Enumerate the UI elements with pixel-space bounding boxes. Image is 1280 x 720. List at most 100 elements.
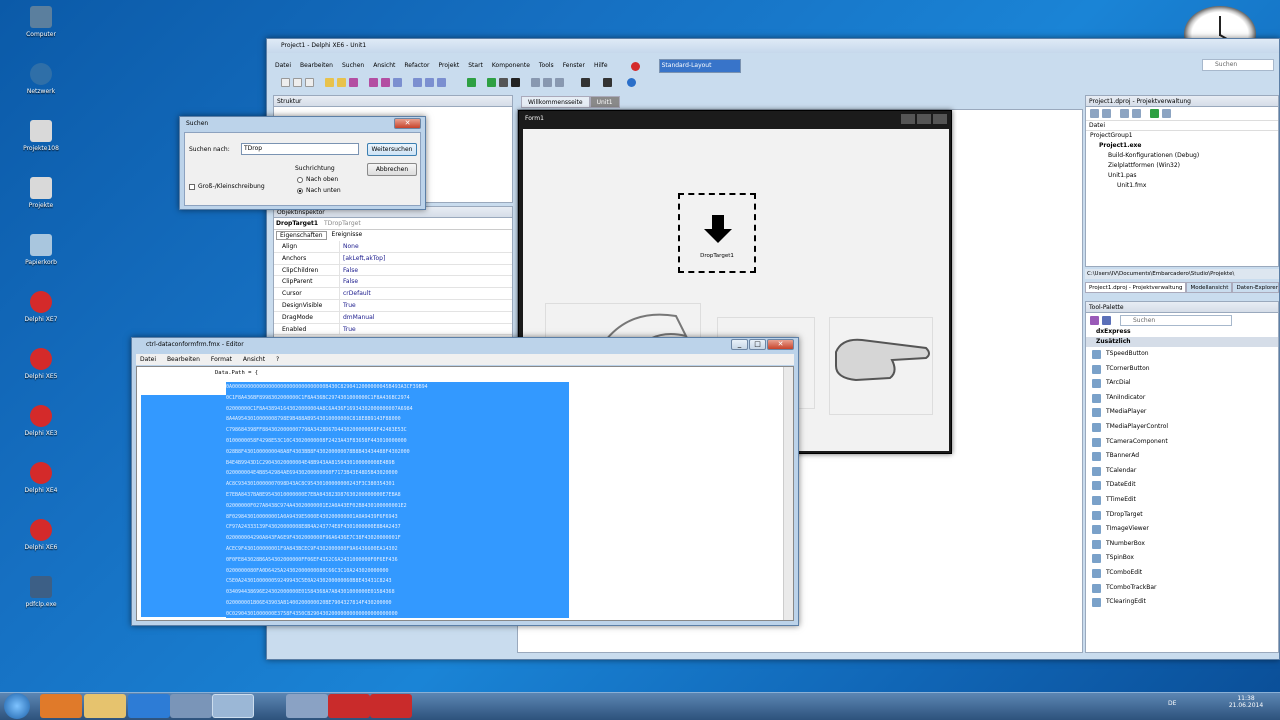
close-icon[interactable] — [933, 114, 947, 124]
view-icon[interactable] — [425, 78, 434, 87]
tool-icon[interactable] — [1132, 109, 1141, 118]
new-icon[interactable] — [305, 78, 314, 87]
property-row[interactable]: ClipChildren False — [274, 264, 512, 277]
droptarget-component[interactable]: DropTarget1 — [678, 193, 756, 273]
help-icon[interactable] — [630, 61, 640, 71]
notepad-scrollbar[interactable] — [783, 367, 793, 620]
find-next-button[interactable]: Weitersuchen — [367, 143, 417, 156]
property-row[interactable]: Cursor crDefault — [274, 288, 512, 300]
tool-icon[interactable] — [1120, 109, 1129, 118]
property-row[interactable]: ClipParent False — [274, 276, 512, 289]
palette-item[interactable]: TMediaPlayer — [1086, 405, 1278, 420]
taskbar-app[interactable] — [170, 694, 212, 718]
project-tree-item[interactable]: ProjectGroup1 — [1086, 131, 1278, 141]
category-icon[interactable] — [1090, 315, 1099, 325]
project-tree-item[interactable]: Zielplattformen (Win32) — [1086, 161, 1278, 171]
property-value[interactable]: [akLeft,akTop] — [340, 253, 385, 264]
tab-welcome[interactable]: Willkommensseite — [521, 96, 590, 108]
property-row[interactable]: Anchors [akLeft,akTop] — [274, 252, 512, 265]
menu-start[interactable]: Start — [468, 60, 483, 72]
palette-item[interactable]: TCameraComponent — [1086, 435, 1278, 450]
tab-ereignisse[interactable]: Ereignisse — [329, 231, 366, 240]
close-icon[interactable]: ✕ — [394, 118, 421, 129]
palette-group-zusaetzlich[interactable]: Zusätzlich — [1086, 337, 1278, 347]
palette-item[interactable]: TDropTarget — [1086, 508, 1278, 523]
palette-group-dxexpress[interactable]: dxExpress — [1086, 327, 1278, 337]
menu-bearbeiten[interactable]: Bearbeiten — [300, 60, 333, 72]
ide-search-input[interactable]: Suchen — [1202, 59, 1274, 71]
taskbar-explorer[interactable] — [84, 694, 126, 718]
refresh-icon[interactable] — [1150, 109, 1159, 118]
property-row[interactable]: Align None — [274, 241, 512, 253]
desktop-icon-recycle[interactable]: Papierkorb — [14, 234, 68, 266]
desktop-icon-delphi-xe3[interactable]: Delphi XE3 — [14, 405, 68, 437]
palette-item[interactable]: TBannerAd — [1086, 449, 1278, 464]
notepad-menu-ansicht[interactable]: Ansicht — [243, 356, 265, 363]
property-value[interactable]: True — [340, 300, 356, 311]
minimize-icon[interactable]: _ — [731, 339, 748, 350]
palette-search-input[interactable]: Suchen — [1120, 314, 1232, 326]
palette-item[interactable]: TTimeEdit — [1086, 493, 1278, 508]
menu-tools[interactable]: Tools — [539, 60, 554, 72]
tool-icon[interactable] — [1102, 109, 1111, 118]
property-row[interactable]: DesignVisible True — [274, 299, 512, 312]
menu-suchen[interactable]: Suchen — [342, 60, 364, 72]
back-icon[interactable] — [581, 78, 590, 87]
language-indicator[interactable]: DE — [1168, 700, 1176, 707]
desktop-icon-delphi-xe6[interactable]: Delphi XE6 — [14, 519, 68, 551]
help-icon[interactable] — [627, 78, 636, 87]
cancel-button[interactable]: Abbrechen — [367, 163, 417, 176]
menu-fenster[interactable]: Fenster — [563, 60, 585, 72]
menu-projekt[interactable]: Projekt — [439, 60, 460, 72]
notepad-menu-help[interactable]: ? — [276, 356, 279, 363]
taskbar-delphi[interactable] — [370, 694, 412, 718]
property-value[interactable]: True — [340, 324, 356, 335]
maximize-icon[interactable]: □ — [749, 339, 766, 350]
forward-icon[interactable] — [603, 78, 612, 87]
property-value[interactable]: False — [340, 265, 358, 276]
desktop-icon-projekte[interactable]: Projekte — [14, 177, 68, 209]
desktop-icon-delphi-xe7[interactable]: Delphi XE7 — [14, 291, 68, 323]
save-icon[interactable] — [381, 78, 390, 87]
menu-hilfe[interactable]: Hilfe — [594, 60, 608, 72]
minimize-icon[interactable] — [901, 114, 915, 124]
palette-item[interactable]: TCalendar — [1086, 464, 1278, 479]
property-value[interactable]: False — [340, 276, 358, 287]
property-value[interactable]: dmManual — [340, 312, 374, 323]
save-all-icon[interactable] — [369, 78, 378, 87]
tab-unit1[interactable]: Unit1 — [589, 96, 620, 108]
stop-icon[interactable] — [511, 78, 520, 87]
taskbar-clock[interactable]: 11:38 21.06.2014 — [1222, 695, 1270, 709]
property-row[interactable]: Enabled True — [274, 323, 512, 336]
match-case-checkbox[interactable]: Groß-/Kleinschreibung — [189, 183, 265, 190]
tab-projectmanager[interactable]: Project1.dproj - Projektverwaltung — [1085, 282, 1187, 293]
menu-refactor[interactable]: Refactor — [404, 60, 429, 72]
notepad-menu-bearbeiten[interactable]: Bearbeiten — [167, 356, 200, 363]
taskbar-ie[interactable] — [128, 694, 170, 718]
taskbar-app[interactable] — [286, 694, 328, 718]
maximize-icon[interactable] — [917, 114, 931, 124]
filter-icon[interactable] — [1102, 315, 1111, 325]
view-icon[interactable] — [437, 78, 446, 87]
radio-up[interactable]: Nach oben — [297, 176, 338, 183]
desktop-icon-delphi-xe5[interactable]: Delphi XE5 — [14, 348, 68, 380]
taskbar-notepad[interactable] — [212, 694, 254, 718]
tool-icon[interactable] — [1090, 109, 1099, 118]
palette-item[interactable]: TMediaPlayerControl — [1086, 420, 1278, 435]
tool-icon[interactable] — [1162, 109, 1171, 118]
desktop-icon-projekte108[interactable]: Projekte108 — [14, 120, 68, 152]
project-tree-item[interactable]: Unit1.pas — [1086, 171, 1278, 181]
palette-item[interactable]: TNumberBox — [1086, 537, 1278, 552]
step-icon[interactable] — [543, 78, 552, 87]
pause-icon[interactable] — [499, 78, 508, 87]
palette-item[interactable]: TSpeedButton — [1086, 347, 1278, 362]
palette-item[interactable]: TCornerButton — [1086, 362, 1278, 377]
taskbar-media-player[interactable] — [40, 694, 82, 718]
run-icon[interactable] — [487, 78, 496, 87]
tab-data-explorer[interactable]: Daten-Explorer — [1232, 282, 1279, 293]
new-icon[interactable] — [293, 78, 302, 87]
taskbar-delphi[interactable] — [328, 694, 370, 718]
project-tree-item[interactable]: Build-Konfigurationen (Debug) — [1086, 151, 1278, 161]
palette-item[interactable]: TComboEdit — [1086, 566, 1278, 581]
step-icon[interactable] — [531, 78, 540, 87]
